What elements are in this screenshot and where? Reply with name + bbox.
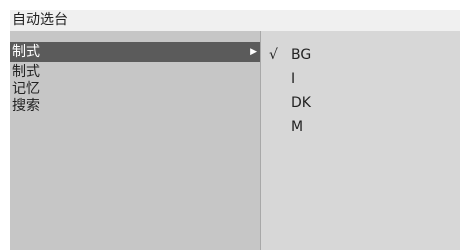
menu-item-label: 制式 [12, 64, 40, 80]
tv-menu-window: 自动选台 制式 ▶ 制式 记忆 搜索 √ BG I DK M [10, 10, 460, 250]
submenu-arrow-icon: ▶ [250, 47, 257, 57]
option-i[interactable]: I [261, 67, 460, 91]
option-m[interactable]: M [261, 115, 460, 139]
menu-item-search[interactable]: 搜索 [10, 98, 260, 115]
checkmark-icon: √ [269, 47, 278, 63]
option-label: BG [291, 47, 312, 63]
option-dk[interactable]: DK [261, 91, 460, 115]
menu-title: 自动选台 [10, 10, 460, 31]
menu-list: 制式 记忆 搜索 [10, 64, 260, 115]
menu-item-label: 制式 [12, 44, 40, 60]
menu-item-memory[interactable]: 记忆 [10, 81, 260, 98]
option-label: DK [291, 95, 311, 111]
left-menu-pane: 制式 ▶ 制式 记忆 搜索 [10, 31, 261, 250]
option-bg[interactable]: √ BG [261, 43, 460, 67]
format-options-list: √ BG I DK M [261, 43, 460, 139]
menu-item-format-selected[interactable]: 制式 ▶ [10, 42, 260, 62]
menu-item-format[interactable]: 制式 [10, 64, 260, 81]
right-options-pane: √ BG I DK M [261, 31, 460, 250]
menu-item-label: 搜索 [12, 98, 40, 114]
option-label: M [291, 119, 304, 135]
option-label: I [291, 71, 296, 87]
menu-item-label: 记忆 [12, 81, 40, 97]
